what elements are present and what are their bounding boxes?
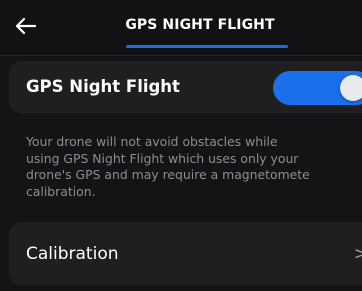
toggle-knob bbox=[340, 75, 362, 101]
calibration-label: Calibration bbox=[26, 244, 119, 264]
description-line: drone's GPS and may require a magnetomet… bbox=[26, 167, 310, 182]
back-button[interactable] bbox=[6, 10, 46, 42]
description-line: using GPS Night Flight which uses only y… bbox=[26, 150, 299, 166]
description-line: calibration. bbox=[26, 183, 96, 199]
gps-night-flight-description: Your drone will not avoid obstacles whil… bbox=[26, 134, 362, 200]
description-line: Your drone will not avoid obstacles whil… bbox=[26, 134, 278, 149]
gps-night-flight-toggle[interactable] bbox=[273, 71, 362, 105]
arrow-left-icon bbox=[15, 17, 37, 35]
page-title: GPS NIGHT FLIGHT bbox=[125, 17, 275, 33]
calibration-row[interactable]: Calibration > bbox=[9, 222, 362, 285]
gps-night-flight-label: GPS Night Flight bbox=[26, 77, 180, 96]
header-divider bbox=[0, 55, 362, 56]
chevron-right-icon: > bbox=[353, 244, 362, 264]
title-underline bbox=[126, 45, 288, 48]
gps-night-flight-row: GPS Night Flight bbox=[9, 61, 362, 113]
top-bar: GPS NIGHT FLIGHT bbox=[0, 0, 362, 57]
